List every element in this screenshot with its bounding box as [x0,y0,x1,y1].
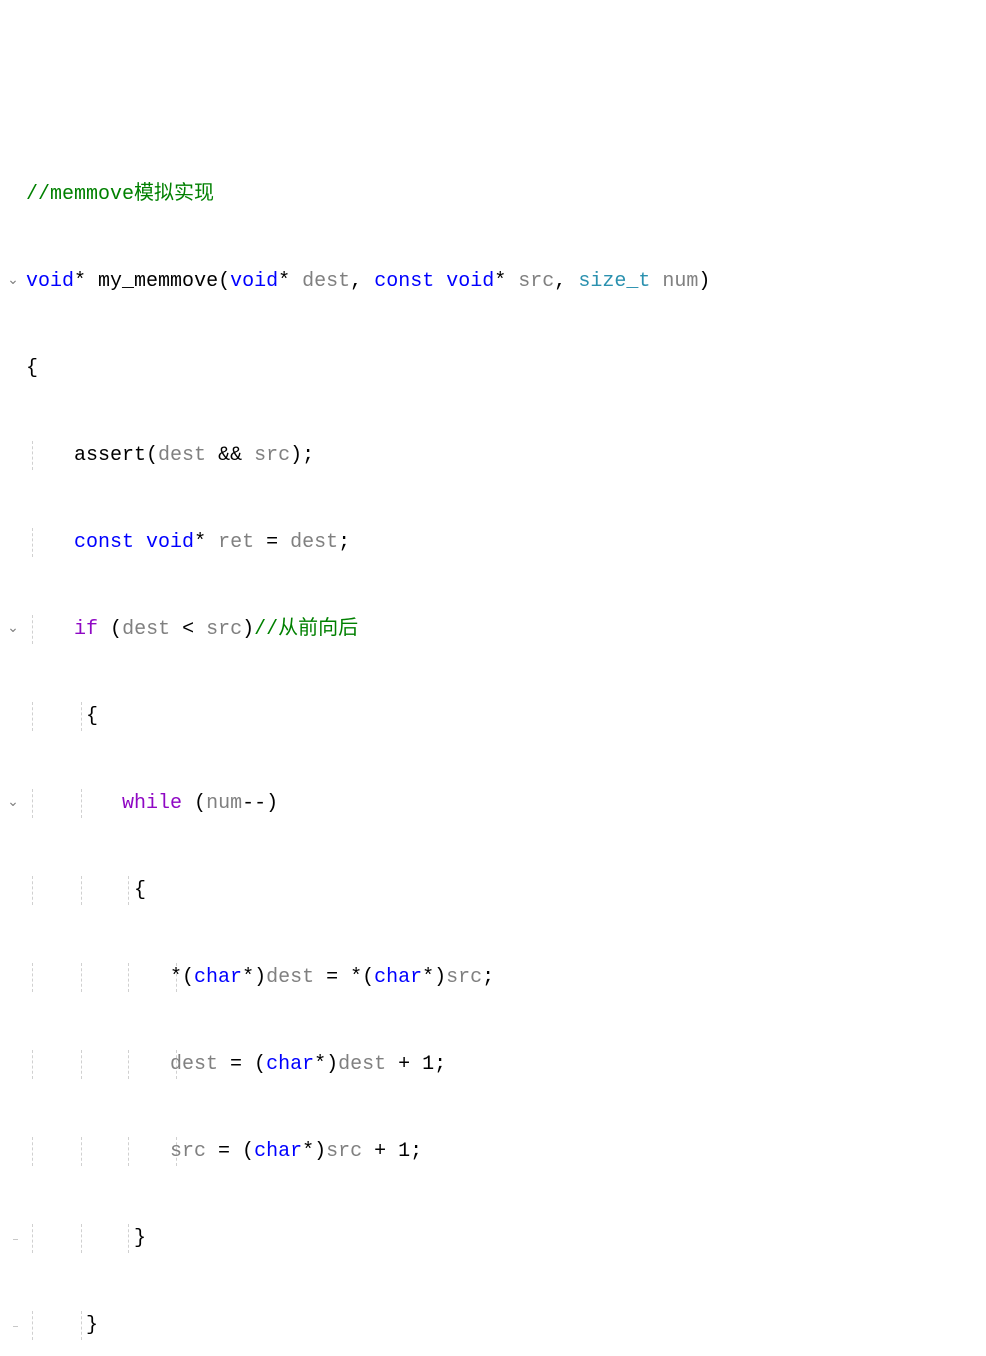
chevron-down-icon: ⌄ [6,797,20,811]
code-line: assert(dest && src); [0,441,986,470]
code-line: *(char*)dest = *(char*)src; [0,963,986,992]
fold-toggle[interactable]: ⌄ [0,275,26,289]
code-line: dest = (char*)dest + 1; [0,1050,986,1079]
code-line: { [0,354,986,383]
code-line: { [0,876,986,905]
comment: //memmove模拟实现 [26,183,214,206]
code-editor[interactable]: //memmove模拟实现 ⌄ void* my_memmove(void* d… [0,122,986,1356]
code-line: } [0,1311,986,1340]
code-line: src = (char*)src + 1; [0,1137,986,1166]
keyword: void [26,270,74,293]
code-line: ⌄ while (num--) [0,789,986,818]
fold-toggle[interactable]: ⌄ [0,623,26,637]
function-name: my_memmove [98,270,218,293]
code-line: //memmove模拟实现 [0,180,986,209]
code-line: ⌄ if (dest < src)//从前向后 [0,615,986,644]
chevron-down-icon: ⌄ [6,275,20,289]
code-line: } [0,1224,986,1253]
chevron-down-icon: ⌄ [6,623,20,637]
fold-toggle[interactable]: ⌄ [0,797,26,811]
code-line: const void* ret = dest; [0,528,986,557]
code-line: { [0,702,986,731]
code-line: ⌄ void* my_memmove(void* dest, const voi… [0,267,986,296]
